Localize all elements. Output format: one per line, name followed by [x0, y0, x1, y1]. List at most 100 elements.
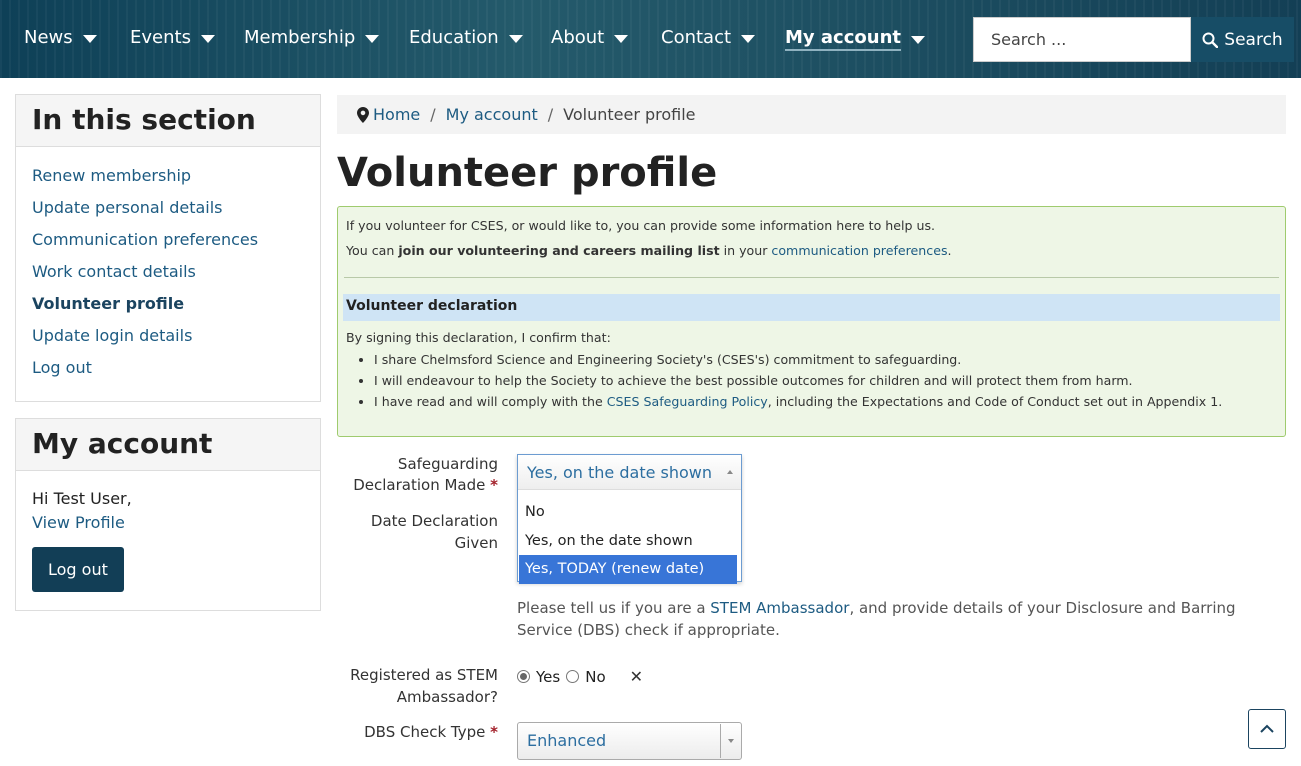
dbs-selected-value: Enhanced — [527, 731, 607, 750]
info-text: You can — [346, 243, 399, 258]
nav-label: My account — [785, 27, 901, 51]
caret-down-icon — [741, 34, 756, 43]
safeguarding-options: No Yes, on the date shown Yes, TODAY (re… — [518, 490, 741, 584]
breadcrumb-current: Volunteer profile — [563, 105, 696, 124]
my-account-card: My account Hi Test User, View Profile Lo… — [15, 418, 321, 611]
chevron-up-icon — [1260, 724, 1274, 733]
caret-down-icon — [82, 34, 97, 43]
breadcrumb: Home / My account / Volunteer profile — [337, 95, 1286, 134]
declaration-item: I have read and will comply with the CSE… — [374, 393, 1277, 414]
safeguarding-label: Safeguarding Declaration Made * — [337, 454, 498, 496]
declaration-text: I have read and will comply with the — [374, 394, 607, 409]
page-title: Volunteer profile — [337, 150, 718, 196]
declaration-item: I will endeavour to help the Society to … — [374, 372, 1277, 393]
label-line: Given — [454, 534, 498, 552]
nav-label: Education — [409, 27, 499, 48]
info-text: . — [947, 243, 952, 258]
sidebar-link-communication-preferences[interactable]: Communication preferences — [32, 229, 304, 261]
sidebar-link-renew-membership[interactable]: Renew membership — [32, 165, 304, 197]
communication-preferences-link[interactable]: communication preferences — [771, 243, 947, 258]
option-yes-date-shown[interactable]: Yes, on the date shown — [518, 527, 741, 556]
sidebar-link-log-out[interactable]: Log out — [32, 357, 304, 389]
top-navigation: News Events Membership Education About C… — [0, 0, 1301, 78]
my-account-title: My account — [16, 419, 320, 471]
sidebar-link-update-login-details[interactable]: Update login details — [32, 325, 304, 357]
stem-hint-text: Please tell us if you are a STEM Ambassa… — [517, 597, 1287, 641]
search-icon — [1202, 32, 1219, 48]
breadcrumb-home[interactable]: Home — [373, 105, 420, 124]
nav-item-events[interactable]: Events — [130, 27, 215, 48]
required-marker: * — [490, 476, 498, 494]
label-line: Declaration Made — [353, 476, 486, 494]
sidebar-link-volunteer-profile[interactable]: Volunteer profile — [32, 293, 304, 325]
sidebar-link-update-personal-details[interactable]: Update personal details — [32, 197, 304, 229]
nav-item-about[interactable]: About — [551, 27, 629, 48]
label-line: DBS Check Type — [364, 723, 486, 741]
back-to-top-button[interactable] — [1248, 709, 1286, 749]
declaration-text: , including the Expectations and Code of… — [767, 394, 1223, 409]
breadcrumb-separator: / — [547, 105, 554, 124]
view-profile-link[interactable]: View Profile — [32, 513, 125, 532]
search-input[interactable]: Search ... — [973, 17, 1191, 62]
stem-yes-radio[interactable] — [517, 670, 530, 683]
declaration-item: I share Chelmsford Science and Engineeri… — [374, 351, 1277, 372]
greeting-text: Hi Test User, — [32, 489, 132, 508]
stem-ambassador-link[interactable]: STEM Ambassador — [710, 599, 849, 617]
safeguarding-selected-value[interactable]: Yes, on the date shown — [518, 455, 741, 490]
breadcrumb-my-account[interactable]: My account — [446, 105, 538, 124]
safeguarding-select-open[interactable]: Yes, on the date shown No Yes, on the da… — [517, 454, 742, 584]
nav-item-contact[interactable]: Contact — [661, 27, 756, 48]
declaration-list: I share Chelmsford Science and Engineeri… — [346, 351, 1277, 414]
stem-no-label[interactable]: No — [585, 668, 605, 686]
clear-icon[interactable]: ✕ — [630, 667, 643, 686]
hint-text: Please tell us if you are a — [517, 599, 711, 617]
chevron-down-icon — [728, 739, 734, 743]
sidebar-link-work-contact-details[interactable]: Work contact details — [32, 261, 304, 293]
info-divider — [344, 277, 1279, 278]
search-button-label: Search — [1224, 29, 1283, 50]
stem-radio-group: Yes No ✕ — [517, 667, 643, 686]
section-nav-card: In this section Renew membership Update … — [15, 94, 321, 402]
map-marker-icon — [357, 106, 369, 123]
nav-label: Membership — [244, 27, 356, 48]
my-account-body: Hi Test User, View Profile Log out — [16, 471, 320, 608]
nav-label: About — [551, 27, 605, 48]
nav-label: News — [24, 27, 73, 48]
stem-no-radio[interactable] — [566, 670, 580, 683]
caret-down-icon — [614, 34, 629, 43]
option-yes-today[interactable]: Yes, TODAY (renew date) — [519, 555, 737, 584]
nav-item-my-account[interactable]: My account — [785, 27, 925, 51]
logout-button[interactable]: Log out — [32, 547, 124, 592]
declaration-heading: Volunteer declaration — [343, 294, 1280, 321]
caret-down-icon — [911, 36, 925, 44]
caret-down-icon — [508, 34, 523, 43]
caret-down-icon — [200, 34, 215, 43]
nav-item-news[interactable]: News — [24, 27, 97, 48]
search-button[interactable]: Search — [1191, 17, 1294, 62]
caret-down-icon — [365, 34, 380, 43]
option-no[interactable]: No — [518, 498, 741, 527]
nav-label: Events — [130, 27, 191, 48]
nav-item-education[interactable]: Education — [409, 27, 523, 48]
label-line: Date Declaration — [370, 512, 498, 530]
chevron-up-icon — [727, 470, 733, 474]
dbs-label: DBS Check Type * — [337, 722, 498, 743]
select-divider — [720, 724, 721, 758]
nav-label: Contact — [661, 27, 732, 48]
info-line-2: You can join our volunteering and career… — [346, 242, 1277, 267]
volunteer-info-box: If you volunteer for CSES, or would like… — [337, 206, 1286, 437]
stem-label: Registered as STEM Ambassador? — [337, 665, 498, 708]
info-text: in your — [719, 243, 772, 258]
mailing-list-text: join our volunteering and careers mailin… — [398, 243, 720, 258]
nav-item-membership[interactable]: Membership — [244, 27, 380, 48]
label-line: Registered as STEM — [350, 666, 498, 684]
safeguarding-policy-link[interactable]: CSES Safeguarding Policy — [607, 394, 768, 409]
info-line-1: If you volunteer for CSES, or would like… — [346, 218, 936, 233]
section-nav-title: In this section — [16, 95, 320, 147]
breadcrumb-separator: / — [430, 105, 436, 124]
label-line: Safeguarding — [397, 455, 498, 473]
dbs-check-type-select[interactable]: Enhanced — [517, 722, 742, 760]
section-nav-list: Renew membership Update personal details… — [16, 147, 320, 399]
stem-yes-label[interactable]: Yes — [536, 668, 560, 686]
date-declaration-label: Date Declaration Given — [337, 511, 498, 554]
